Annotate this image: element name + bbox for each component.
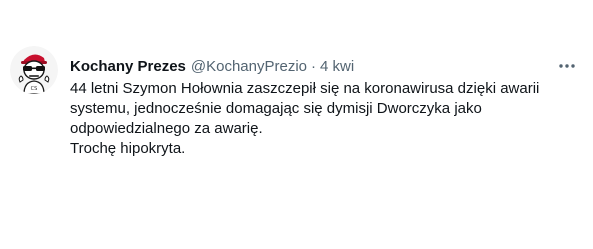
svg-text:CS: CS bbox=[31, 86, 38, 92]
tweet-text: 44 letni Szymon Hołownia zaszczepił się … bbox=[70, 79, 570, 159]
avatar[interactable]: CS bbox=[10, 46, 58, 94]
display-name[interactable]: Kochany Prezes bbox=[70, 58, 186, 75]
tweet-header: Kochany Prezes @KochanyPrezio · 4 kwi bbox=[70, 56, 354, 76]
more-options-button[interactable] bbox=[556, 56, 578, 76]
tweet: CS Kochany Prezes @KochanyPrezio · 4 kwi… bbox=[0, 0, 593, 249]
tweet-text-line: Trochę hipokryta. bbox=[70, 140, 186, 157]
tweet-text-line: odpowiedzialnego za awarię. bbox=[70, 120, 263, 137]
skeleton-avatar-icon: CS bbox=[10, 46, 58, 94]
tweet-timestamp[interactable]: 4 kwi bbox=[320, 58, 354, 75]
user-handle[interactable]: @KochanyPrezio bbox=[191, 58, 307, 75]
tweet-text-line: systemu, jednocześnie domagając się dymi… bbox=[70, 100, 482, 117]
more-options-icon bbox=[559, 64, 575, 68]
tweet-text-line: 44 letni Szymon Hołownia zaszczepił się … bbox=[70, 80, 540, 97]
separator-dot: · bbox=[311, 57, 317, 75]
